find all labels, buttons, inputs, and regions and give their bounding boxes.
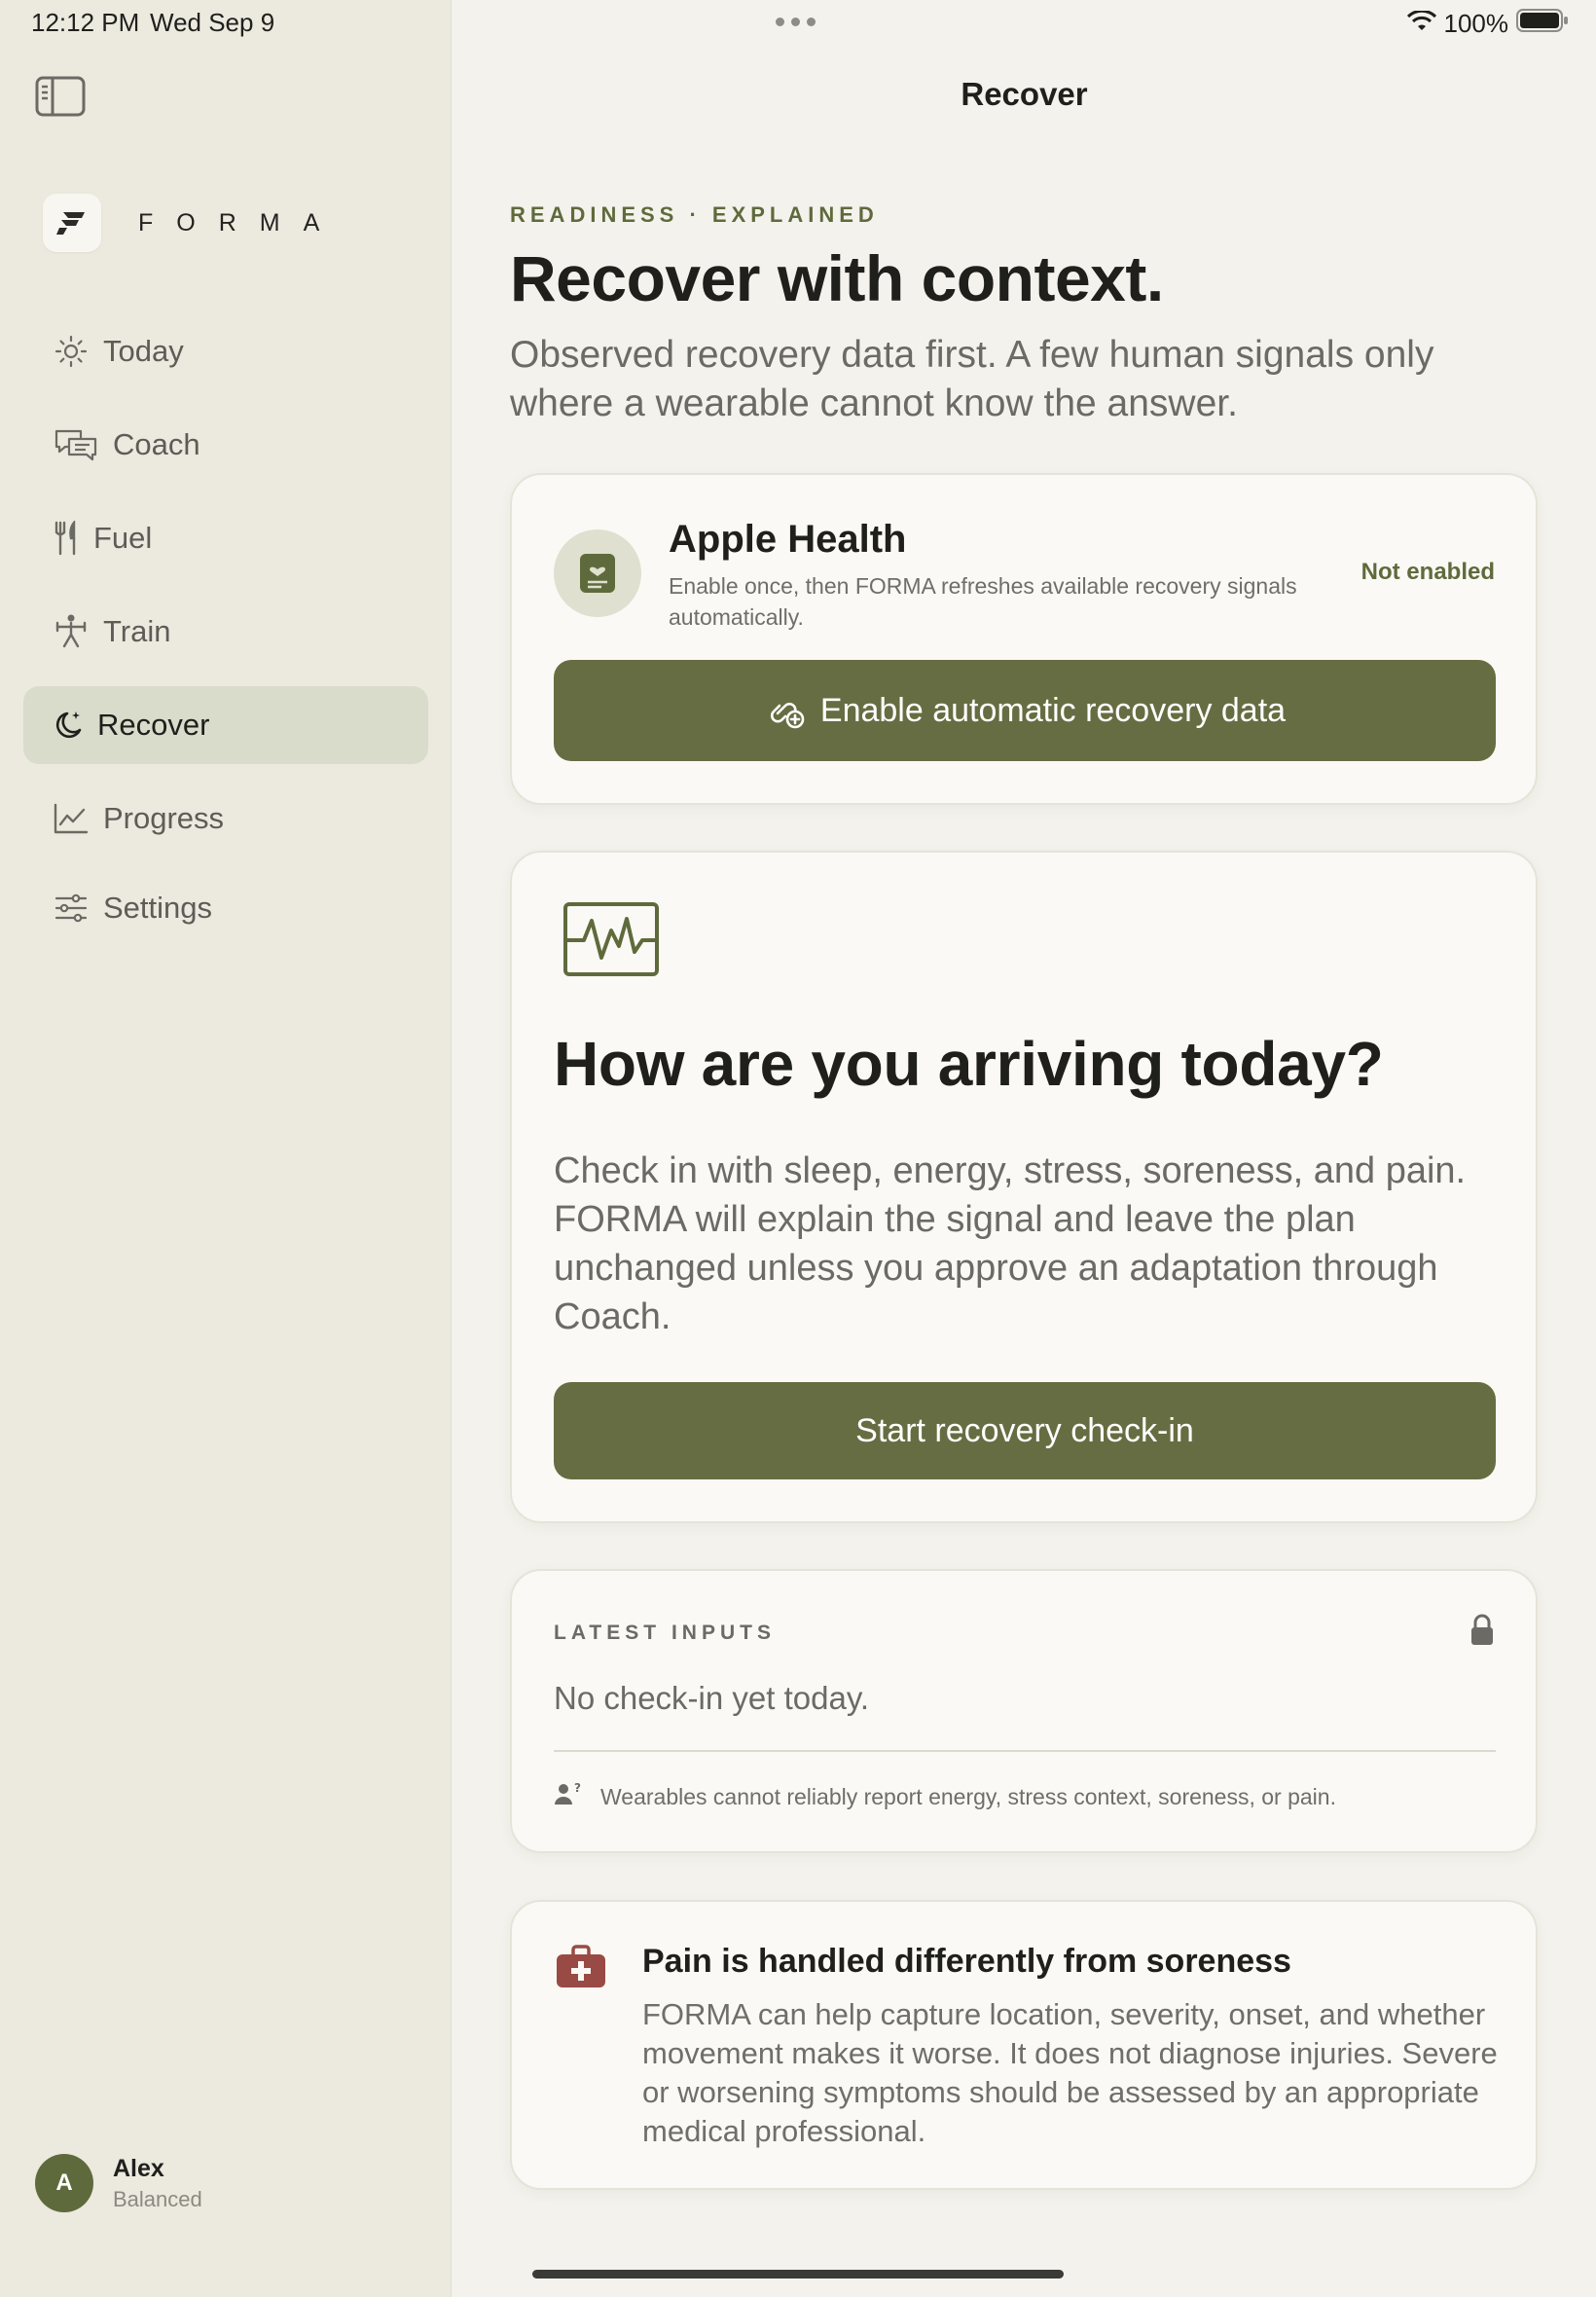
latest-inputs-empty: No check-in yet today. (554, 1680, 870, 1716)
sidebar-item-fuel[interactable]: Fuel (23, 499, 428, 577)
checkin-title: How are you arriving today? (554, 1029, 1384, 1099)
pain-body: FORMA can help capture location, severit… (642, 1997, 1498, 2148)
home-indicator[interactable] (532, 2270, 1064, 2279)
forma-logo-icon (43, 194, 101, 252)
sidebar-item-progress[interactable]: Progress (23, 780, 428, 857)
pain-title: Pain is handled differently from sorenes… (642, 1943, 1291, 1980)
sidebar-item-label: Today (103, 334, 184, 368)
start-checkin-button[interactable]: Start recovery check-in (554, 1382, 1496, 1479)
status-badge: Not enabled (1360, 559, 1495, 585)
brand-logo: FORMA (43, 194, 343, 252)
enable-recovery-data-button[interactable]: Enable automatic recovery data (554, 660, 1496, 761)
headline: Recover with context. (510, 242, 1164, 314)
pulse-monitor-icon (562, 901, 660, 982)
sidebar-item-label: Progress (103, 801, 225, 835)
sidebar-item-today[interactable]: Today (23, 312, 428, 390)
user-profile[interactable]: A Alex Balanced (35, 2154, 202, 2212)
checkin-body: Check in with sleep, energy, stress, sor… (554, 1150, 1467, 1337)
status-time: 12:12 PM (31, 8, 140, 37)
sidebar-item-recover[interactable]: Recover (23, 686, 428, 764)
person-question-icon: ? (554, 1781, 583, 1812)
sidebar-item-coach[interactable]: Coach (23, 406, 428, 484)
button-label: Start recovery check-in (855, 1411, 1194, 1449)
health-record-icon (554, 529, 641, 617)
wearables-note-text: Wearables cannot reliably report energy,… (600, 1783, 1336, 1809)
pain-handling-card: Pain is handled differently from sorenes… (510, 1900, 1538, 2190)
ipad-screen: 12:12 PM Wed Sep 9 FORMA Today Coach Fue… (0, 0, 1596, 2297)
figure-icon (53, 613, 90, 650)
wifi-icon (1406, 9, 1436, 39)
battery-percent: 100% (1443, 8, 1509, 38)
chat-icon (53, 426, 99, 463)
lede-text: Observed recovery data first. A few huma… (510, 334, 1434, 424)
sidebar-toggle-icon[interactable] (35, 76, 86, 117)
main-content: 100% Recover READINESS · EXPLAINED Recov… (453, 0, 1596, 2297)
battery-icon (1516, 8, 1569, 40)
status-indicators: 100% (1406, 8, 1570, 40)
brand-wordmark: FORMA (138, 208, 344, 237)
status-date: Wed Sep 9 (150, 8, 275, 37)
avatar: A (35, 2154, 93, 2212)
sidebar-item-train[interactable]: Train (23, 593, 428, 671)
link-plus-icon (764, 692, 805, 729)
eyebrow-label: READINESS · EXPLAINED (510, 202, 879, 227)
sidebar-item-label: Coach (113, 427, 200, 461)
medical-kit-icon (555, 1945, 607, 1994)
apple-health-description: Enable once, then FORMA refreshes availa… (669, 573, 1297, 630)
sidebar-item-label: Fuel (93, 521, 153, 555)
sliders-icon (53, 890, 90, 927)
apple-health-card: Apple Health Enable once, then FORMA ref… (510, 473, 1538, 805)
sidebar-item-label: Settings (103, 891, 213, 925)
sun-icon (53, 333, 90, 370)
user-name: Alex (113, 2154, 164, 2182)
lock-icon (1469, 1614, 1495, 1652)
sidebar-item-label: Recover (97, 708, 210, 742)
apple-health-title: Apple Health (669, 518, 907, 561)
moon-icon (53, 707, 84, 744)
fork-knife-icon (53, 520, 80, 557)
wearables-note: ? Wearables cannot reliably report energ… (554, 1781, 1336, 1812)
sidebar: 12:12 PM Wed Sep 9 FORMA Today Coach Fue… (0, 0, 452, 2297)
divider (554, 1750, 1496, 1752)
button-label: Enable automatic recovery data (819, 691, 1287, 729)
latest-inputs-label: LATEST INPUTS (554, 1622, 776, 1644)
user-status: Balanced (113, 2186, 202, 2211)
latest-inputs-card: LATEST INPUTS No check-in yet today. ? W… (510, 1569, 1538, 1853)
sidebar-item-label: Train (103, 614, 171, 648)
page-title: Recover (961, 76, 1088, 112)
svg-text:?: ? (574, 1781, 581, 1795)
sidebar-item-settings[interactable]: Settings (23, 869, 428, 947)
recovery-checkin-card: How are you arriving today? Check in wit… (510, 851, 1538, 1523)
multitask-menu-icon[interactable] (776, 18, 816, 26)
chart-line-icon (53, 800, 90, 837)
